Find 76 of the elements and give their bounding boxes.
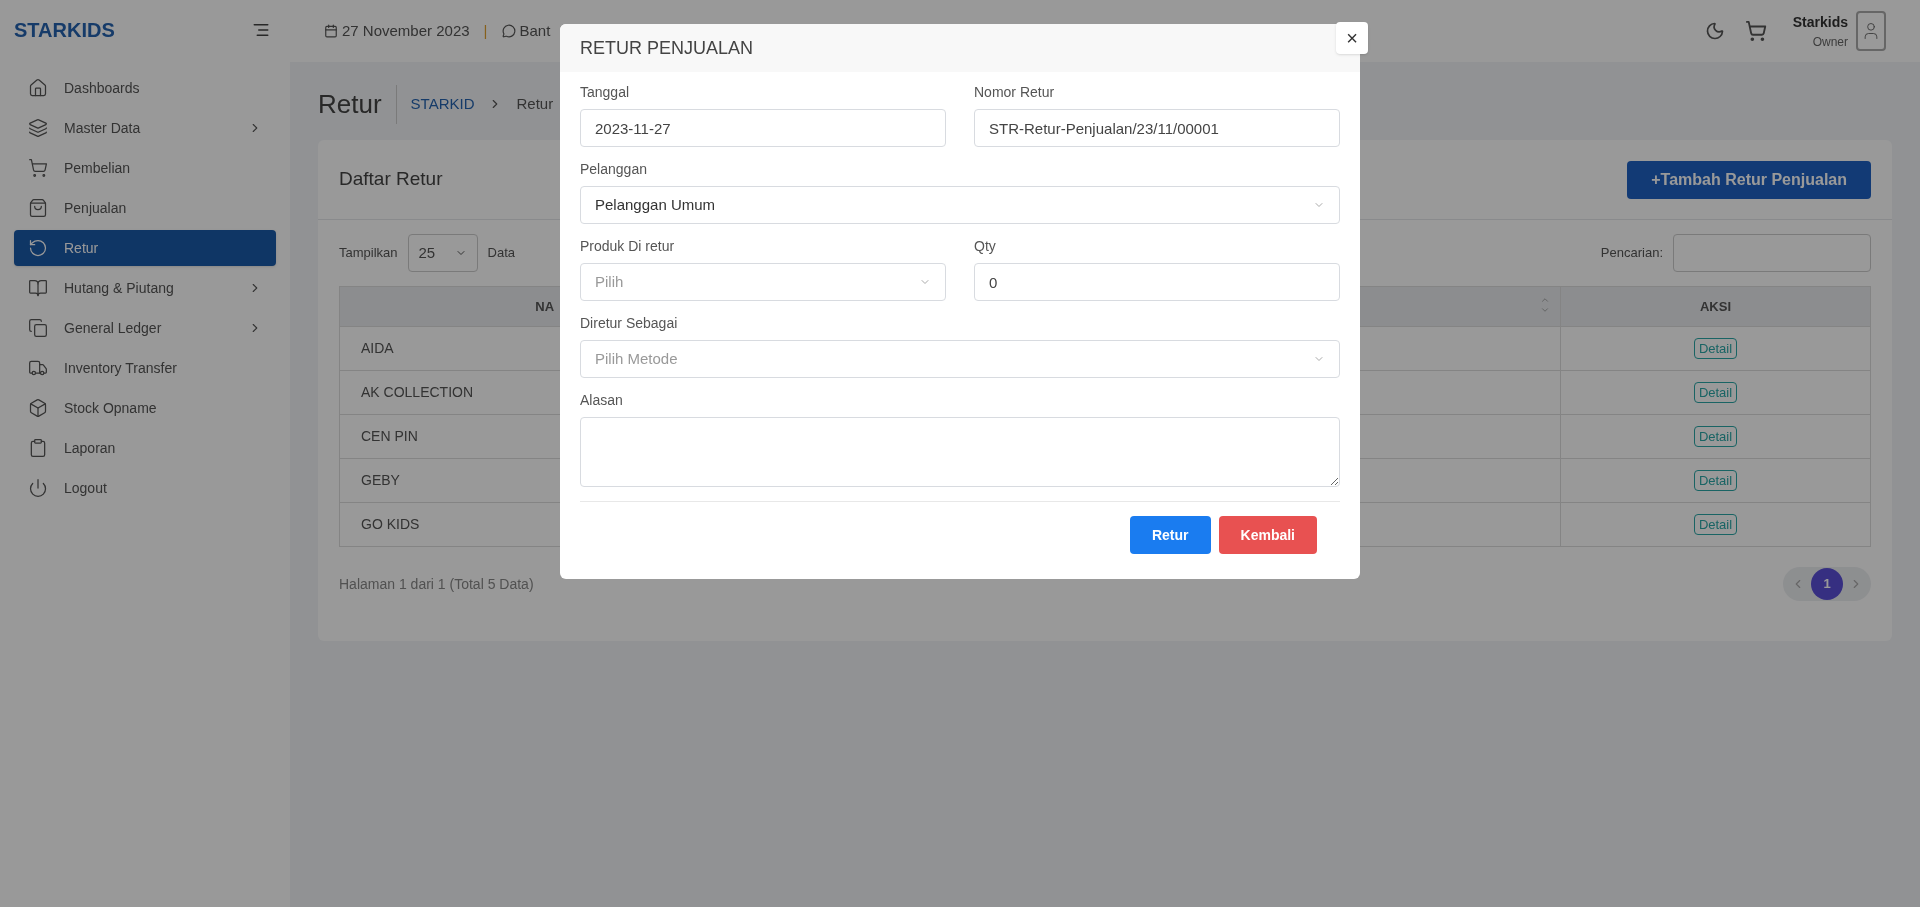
cart-icon xyxy=(28,158,48,178)
pagination-info: Halaman 1 dari 1 (Total 5 Data) xyxy=(339,574,534,594)
sidebar-item[interactable]: Logout xyxy=(14,470,276,506)
separator-text: | xyxy=(483,20,488,41)
sidebar-item[interactable]: Master Data xyxy=(14,110,276,146)
user-name: Starkids xyxy=(1792,12,1848,32)
sidebar-item[interactable]: Inventory Transfer xyxy=(14,350,276,386)
table-cell: GEBY xyxy=(361,472,400,488)
home-icon xyxy=(28,78,48,98)
chat-icon xyxy=(501,24,516,38)
detail-button[interactable]: Detail xyxy=(1693,469,1738,492)
field-label: Nomor Retur xyxy=(974,83,1056,102)
card-title: Daftar Retur xyxy=(339,167,443,192)
select-field[interactable]: Pilih Metode xyxy=(580,340,1340,378)
box-icon xyxy=(28,398,48,418)
show-suffix: Data xyxy=(487,244,515,263)
submit-button[interactable]: Retur xyxy=(1129,516,1211,554)
input-field[interactable]: STR-Retur-Penjualan/23/11/00001 xyxy=(974,109,1340,147)
help-text[interactable]: Bant xyxy=(519,19,551,43)
breadcrumb-item[interactable]: STARKID xyxy=(410,92,475,116)
table-cell: GO KIDS xyxy=(361,516,420,532)
field-label: Produk Di retur xyxy=(580,237,676,256)
page-size-select[interactable]: 25 xyxy=(407,234,478,272)
field-label: Qty xyxy=(974,237,997,256)
breadcrumb-item: Retur xyxy=(516,93,554,114)
field-label: Diretur Sebagai xyxy=(580,314,679,333)
calendar-icon xyxy=(324,24,338,38)
table-cell: AIDA xyxy=(361,340,394,356)
select-field[interactable]: Pilih xyxy=(580,263,946,301)
field-label: Pelanggan xyxy=(580,160,648,179)
book-icon xyxy=(28,278,48,298)
field-label: Alasan xyxy=(580,391,624,410)
sidebar-item[interactable]: General Ledger xyxy=(14,310,276,346)
search-field[interactable] xyxy=(1673,234,1871,272)
column-header[interactable]: NA xyxy=(535,298,555,314)
input-field[interactable]: 0 xyxy=(974,263,1340,301)
sort-icon[interactable] xyxy=(1540,295,1550,315)
sidebar-item[interactable]: Penjualan xyxy=(14,190,276,226)
show-label: Tampilkan xyxy=(339,244,398,263)
add-button[interactable]: +Tambah Retur Penjualan xyxy=(1627,160,1871,199)
field-label: Tanggal xyxy=(580,83,631,102)
bag-icon xyxy=(28,198,48,218)
detail-button[interactable]: Detail xyxy=(1693,337,1738,360)
column-header[interactable]: AKSI xyxy=(1699,298,1732,314)
cart-icon[interactable] xyxy=(1744,20,1767,42)
copy-icon xyxy=(28,318,48,338)
undo-icon xyxy=(28,238,48,258)
menu-icon[interactable] xyxy=(252,21,270,39)
page-button[interactable]: 1 xyxy=(1811,568,1843,600)
modal-title: RETUR PENJUALAN xyxy=(580,36,754,60)
truck-icon xyxy=(28,358,48,378)
detail-button[interactable]: Detail xyxy=(1693,381,1738,404)
table-cell: CEN PIN xyxy=(361,428,418,444)
search-label: Pencarian: xyxy=(1600,244,1663,263)
layers-icon xyxy=(28,118,48,138)
page-title: Retur xyxy=(318,84,397,124)
input-field[interactable]: 2023-11-27 xyxy=(580,109,946,147)
detail-button[interactable]: Detail xyxy=(1693,425,1738,448)
sidebar-item[interactable]: Dashboards xyxy=(14,70,276,106)
sidebar-item[interactable]: Retur xyxy=(14,230,276,266)
detail-button[interactable]: Detail xyxy=(1693,513,1738,536)
sidebar-item[interactable]: Hutang & Piutang xyxy=(14,270,276,306)
user-role: Owner xyxy=(1812,33,1848,51)
close-button[interactable]: × xyxy=(1336,22,1368,54)
clipboard-icon xyxy=(28,438,48,458)
sidebar-item[interactable]: Stock Opname xyxy=(14,390,276,426)
sidebar-item[interactable]: Pembelian xyxy=(14,150,276,186)
brand-logo: STARKIDS xyxy=(14,18,115,43)
moon-icon[interactable] xyxy=(1704,21,1725,41)
date-text: 27 November 2023 xyxy=(342,20,470,41)
select-field[interactable]: Pelanggan Umum xyxy=(580,186,1340,224)
sidebar-item[interactable]: Laporan xyxy=(14,430,276,466)
avatar[interactable] xyxy=(1856,11,1886,51)
table-cell: AK COLLECTION xyxy=(361,384,474,400)
power-icon xyxy=(28,478,48,498)
back-button[interactable]: Kembali xyxy=(1218,516,1317,554)
